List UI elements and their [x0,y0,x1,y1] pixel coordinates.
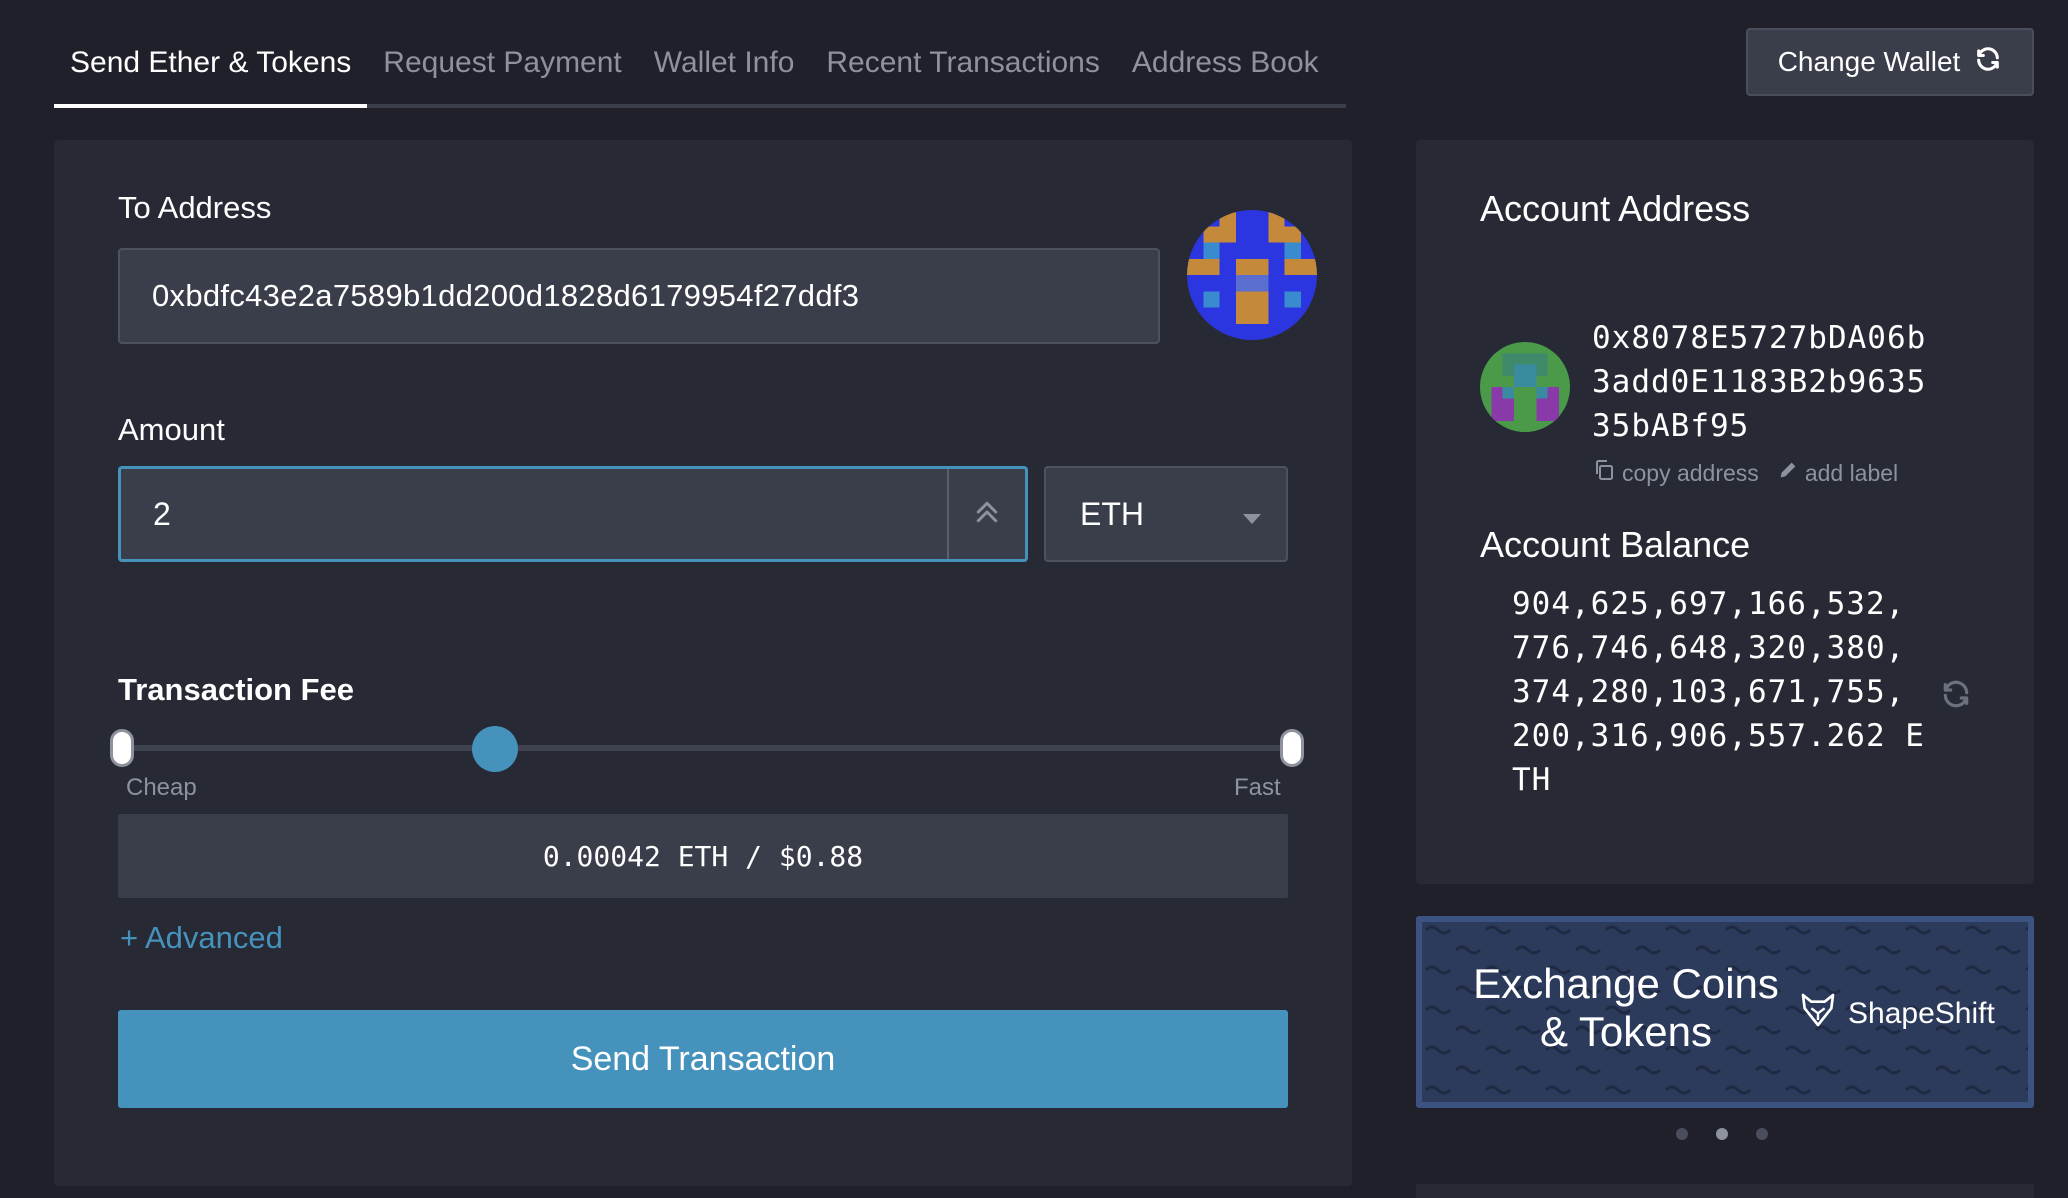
account-identicon [1480,342,1570,432]
tab-request-payment[interactable]: Request Payment [367,40,637,104]
address-actions: copy address add label [1592,458,1898,488]
refresh-icon [1974,45,2002,80]
balance-line: TH [1512,762,1552,798]
add-label-label: add label [1804,459,1899,486]
tab-send-ether-tokens[interactable]: Send Ether & Tokens [54,40,368,108]
fox-icon [1798,990,1838,1038]
fee-slider-min-handle [110,729,134,767]
tab-bar: Send Ether & Tokens Request Payment Wall… [54,40,1346,108]
fee-slider-max-handle [1280,729,1304,767]
pencil-icon [1777,459,1799,487]
change-wallet-label: Change Wallet [1777,46,1961,77]
balance-line: 374,280,103,671,755, [1512,674,1906,710]
add-label-button[interactable]: add label [1777,458,1898,488]
fee-fast-label: Fast [1234,774,1281,801]
double-chevron-up-icon [972,497,1002,532]
refresh-balance-icon[interactable] [1940,678,1972,715]
fee-slider-thumb[interactable] [472,726,518,772]
account-balance: 904,625,697,166,532, 776,746,648,320,380,… [1512,582,1925,802]
account-balance-title: Account Balance [1480,524,1751,565]
banner-line-2: & Tokens [1540,1008,1712,1055]
next-card-edge [1416,1184,2034,1198]
account-address-line: 0x8078E5727bDA06b [1592,320,1927,356]
amount-field[interactable]: 2 [118,466,1028,562]
fee-slider-track[interactable] [122,745,1294,751]
balance-line: 200,316,906,557.262 E [1512,718,1925,754]
account-card: Account Address 0x8078E5727bDA06b 3add0E1… [1416,140,2034,884]
banner-line-1: Exchange Coins [1473,960,1779,1007]
currency-value: ETH [1080,495,1144,532]
amount-max-button[interactable] [947,469,1025,559]
fee-value: 0.00042 ETH / $0.88 [118,814,1288,898]
account-address-line: 3add0E1183B2b9635 [1592,364,1927,400]
send-form-card: To Address 0xbdfc43e2a7589b1dd200d1828d6… [54,140,1352,1186]
copy-icon [1592,458,1616,488]
carousel-dot-active[interactable] [1716,1128,1728,1140]
exchange-banner[interactable]: Exchange Coins & Tokens ShapeShift [1416,916,2034,1108]
to-address-label: To Address [118,190,272,225]
balance-line: 904,625,697,166,532, [1512,586,1906,622]
banner-headline: Exchange Coins & Tokens [1466,960,1786,1056]
change-wallet-button[interactable]: Change Wallet [1746,28,2034,96]
tab-wallet-info[interactable]: Wallet Info [638,40,811,104]
amount-label: Amount [118,412,225,447]
account-address-line: 35bABf95 [1592,408,1750,444]
carousel-dot[interactable] [1676,1128,1688,1140]
tab-recent-transactions[interactable]: Recent Transactions [810,40,1115,104]
advanced-toggle[interactable]: + Advanced [120,920,283,956]
account-address: 0x8078E5727bDA06b 3add0E1183B2b9635 35bABf… [1592,316,1926,448]
copy-address-button[interactable]: copy address [1592,458,1759,488]
shapeshift-brand: ShapeShift [1848,997,1995,1030]
amount-input[interactable]: 2 [121,469,947,559]
balance-line: 776,746,648,320,380, [1512,630,1906,666]
copy-address-label: copy address [1622,459,1759,486]
carousel-dots [1676,1128,1768,1140]
currency-select[interactable]: ETH [1044,466,1288,562]
account-address-title: Account Address [1480,188,1751,229]
tab-address-book[interactable]: Address Book [1116,40,1335,104]
recipient-identicon [1187,210,1317,340]
send-page: Send Ether & Tokens Request Payment Wall… [0,0,2068,1198]
carousel-dot[interactable] [1756,1128,1768,1140]
to-address-input[interactable]: 0xbdfc43e2a7589b1dd200d1828d6179954f27dd… [118,248,1160,344]
send-transaction-button[interactable]: Send Transaction [118,1010,1288,1108]
transaction-fee-label: Transaction Fee [118,672,355,707]
shapeshift-logo: ShapeShift [1798,990,1995,1038]
fee-cheap-label: Cheap [126,774,197,801]
caret-down-icon [1242,496,1262,533]
